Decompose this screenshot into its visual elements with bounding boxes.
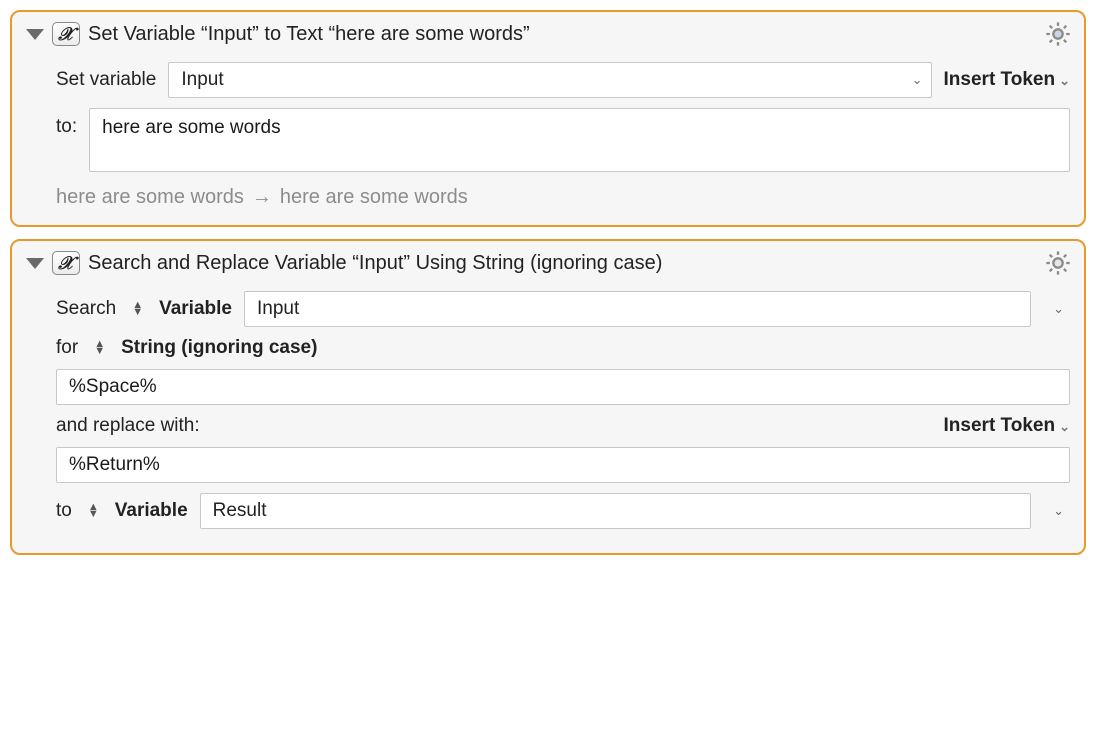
to-row: to: here are some words — [56, 108, 1070, 172]
to-label: to — [56, 500, 72, 522]
action-search-replace: 𝒳 Search and Replace Variable “Input” Us… — [10, 239, 1086, 555]
search-variable-value: Input — [257, 298, 1022, 320]
search-mode-dropdown[interactable]: Variable — [159, 298, 232, 320]
action-header: 𝒳 Search and Replace Variable “Input” Us… — [26, 251, 1070, 275]
search-variable-combo[interactable]: Input — [244, 291, 1031, 327]
preview-before: here are some words — [56, 186, 244, 209]
insert-token-label: Insert Token — [944, 415, 1056, 437]
action-title: Set Variable “Input” to Text “here are s… — [88, 23, 530, 46]
for-label: for — [56, 337, 78, 359]
to-mode-dropdown[interactable]: Variable — [115, 500, 188, 522]
preview-after: here are some words — [280, 186, 468, 209]
variable-name-value: Input — [181, 69, 903, 91]
variable-icon: 𝒳 — [52, 22, 80, 46]
disclosure-triangle[interactable] — [26, 258, 44, 269]
for-row: for ▲▼ String (ignoring case) — [56, 337, 1070, 359]
for-mode-dropdown[interactable]: String (ignoring case) — [121, 337, 317, 359]
arrow-right-icon: → — [252, 186, 272, 209]
text-value-input[interactable]: here are some words — [89, 108, 1070, 172]
search-value-input[interactable]: %Space% — [56, 369, 1070, 405]
to-label: to: — [56, 108, 77, 138]
gear-icon[interactable] — [1044, 249, 1072, 277]
insert-token-dropdown[interactable]: Insert Token ⌄ — [944, 69, 1070, 91]
gear-icon[interactable] — [1044, 20, 1072, 48]
action-set-variable: 𝒳 Set Variable “Input” to Text “here are… — [10, 10, 1086, 227]
insert-token-dropdown[interactable]: Insert Token ⌄ — [944, 415, 1070, 437]
stepper-icon[interactable]: ▲▼ — [94, 341, 105, 355]
result-variable-combo[interactable]: Result — [200, 493, 1031, 529]
stepper-icon[interactable]: ▲▼ — [132, 302, 143, 316]
variable-icon: 𝒳 — [52, 251, 80, 275]
chevron-down-icon[interactable]: ⌄ — [1043, 301, 1070, 317]
insert-token-label: Insert Token — [944, 69, 1056, 91]
chevron-down-icon[interactable]: ⌄ — [1043, 503, 1070, 519]
search-label: Search — [56, 298, 116, 320]
stepper-icon[interactable]: ▲▼ — [88, 504, 99, 518]
chevron-down-icon: ⌄ — [1059, 73, 1070, 89]
replace-value-input[interactable]: %Return% — [56, 447, 1070, 483]
action-title: Search and Replace Variable “Input” Usin… — [88, 252, 662, 275]
replace-label-row: and replace with: Insert Token ⌄ — [56, 415, 1070, 437]
chevron-down-icon: ⌄ — [1059, 419, 1070, 435]
preview-row: here are some words → here are some word… — [56, 186, 1070, 209]
set-variable-row: Set variable Input ⌄ Insert Token ⌄ — [56, 62, 1070, 98]
replace-label: and replace with: — [56, 415, 200, 437]
set-variable-label: Set variable — [56, 69, 156, 91]
to-variable-row: to ▲▼ Variable Result ⌄ — [56, 493, 1070, 529]
search-row: Search ▲▼ Variable Input ⌄ — [56, 291, 1070, 327]
disclosure-triangle[interactable] — [26, 29, 44, 40]
variable-name-combo[interactable]: Input ⌄ — [168, 62, 931, 98]
action-header: 𝒳 Set Variable “Input” to Text “here are… — [26, 22, 1070, 46]
result-variable-value: Result — [213, 500, 1022, 522]
chevron-down-icon: ⌄ — [904, 72, 923, 88]
